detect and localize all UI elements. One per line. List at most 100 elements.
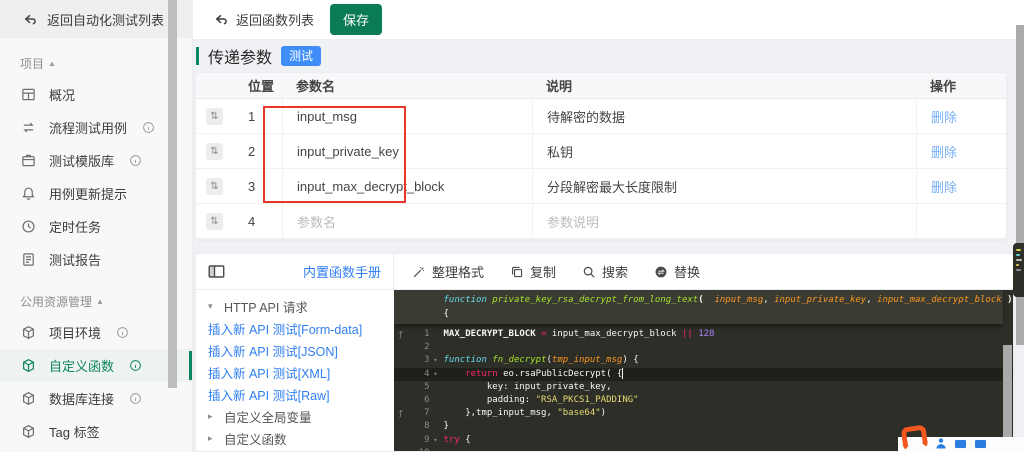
sidebar-item-Tag 标签[interactable]: Tag 标签 <box>0 415 192 448</box>
function-group-label: HTTP API 请求 <box>224 300 308 315</box>
code-token: },tmp_input_msg, <box>443 408 558 419</box>
sidebar-scrollbar[interactable] <box>168 0 177 388</box>
code-text: } <box>442 420 449 433</box>
drag-handle-icon[interactable]: ⇅ <box>206 212 223 230</box>
watermark-icons <box>936 438 986 449</box>
insert-api-link[interactable]: 插入新 API 测试[JSON] <box>196 339 394 361</box>
insert-api-link[interactable]: 插入新 API 测试[Raw] <box>196 383 394 405</box>
function-group-label: 自定义函数 <box>224 432 287 447</box>
function-group-HTTP API 请求[interactable]: ▾ HTTP API 请求 <box>196 295 394 317</box>
back-to-automation-label: 返回自动化测试列表 <box>47 12 165 28</box>
fold-caret-icon <box>430 447 442 451</box>
sidebar-item-测试模版库[interactable]: 测试模版库 <box>0 144 192 177</box>
sidebar-item-流程测试用例[interactable]: 流程测试用例 <box>0 111 192 144</box>
code-line: 5 key: input_private_key, <box>394 381 1013 394</box>
info-icon <box>142 121 155 134</box>
param-desc-input[interactable]: 参数说明 <box>532 204 916 238</box>
function-group-自定义函数[interactable]: ▸ 自定义函数 <box>196 427 394 449</box>
sidebar-item-概况[interactable]: 概况 <box>0 78 192 111</box>
toolbar-button-label: 整理格式 <box>432 265 485 280</box>
editor-toolbar-left: 内置函数手册 <box>196 254 394 289</box>
code-token: "base64" <box>557 408 601 419</box>
sidebar-item-用例更新提示[interactable]: 用例更新提示 <box>0 177 192 210</box>
save-button[interactable]: 保存 <box>330 4 383 35</box>
params-table-card: 位置 参数名 说明 操作 ⇅ 1 input_msg 待解密的数据 删除 ⇅ 2 input_pri… <box>195 72 1007 240</box>
param-name-input[interactable]: input_max_decrypt_block <box>282 169 532 203</box>
sticky-header-line: function private_key_rsa_decrypt_from_lo… <box>444 293 1013 307</box>
back-arrow-icon <box>213 12 228 27</box>
back-to-automation-list[interactable]: 返回自动化测试列表 <box>0 0 192 38</box>
builtin-function-manual-link[interactable]: 内置函数手册 <box>303 262 381 281</box>
sidebar-section-label: 公用资源管理 ▲ <box>20 293 192 310</box>
fold-caret-icon <box>430 394 442 407</box>
param-desc-input[interactable]: 私钥 <box>532 134 916 168</box>
info-icon <box>129 392 142 405</box>
fold-caret-icon[interactable]: ▾ <box>430 368 442 381</box>
code-token: , <box>763 295 775 305</box>
code-token: = <box>541 329 552 339</box>
back-to-function-label: 返回函数列表 <box>236 13 315 28</box>
wand-icon <box>412 265 426 279</box>
param-name-input[interactable]: input_msg <box>282 99 532 133</box>
table-row: ⇅ 1 input_msg 待解密的数据 删除 <box>196 99 1006 134</box>
sidebar-item-自定义函数[interactable]: 自定义函数 <box>0 349 192 382</box>
panel-toggle-icon[interactable] <box>208 264 225 279</box>
page-scrollbar[interactable] <box>1016 25 1024 345</box>
collapse-caret-icon[interactable]: ▲ <box>96 297 104 306</box>
toolbar-button-复制[interactable]: 复制 <box>510 262 556 281</box>
gutter-marker-icon <box>394 381 408 394</box>
param-name-input[interactable]: input_private_key <box>282 134 532 168</box>
param-name-input[interactable]: 参数名 <box>282 204 532 238</box>
cube-icon <box>21 358 36 373</box>
cube-icon <box>21 325 36 340</box>
param-desc-input[interactable]: 分段解密最大长度限制 <box>532 169 916 203</box>
test-badge[interactable]: 测试 <box>281 46 322 66</box>
code-token: try <box>443 434 460 445</box>
drag-handle-icon[interactable]: ⇅ <box>206 177 223 195</box>
watermark-grid-icon <box>975 439 986 448</box>
function-list-panel: ▾ HTTP API 请求 插入新 API 测试[Form-data] 插入新 API… <box>196 290 394 451</box>
drag-handle-icon[interactable]: ⇅ <box>206 107 223 125</box>
header-drag-col <box>196 73 234 98</box>
line-number: 6 <box>424 394 430 405</box>
sidebar-item-数据库连接[interactable]: 数据库连接 <box>0 382 192 415</box>
line-number: 2 <box>424 342 430 353</box>
delete-link[interactable]: 删除 <box>931 107 957 126</box>
editor-scrollbar[interactable] <box>1003 345 1012 451</box>
toolbar-button-label: 替换 <box>674 265 701 280</box>
fold-caret-icon <box>430 328 442 341</box>
collapse-caret-icon[interactable]: ▲ <box>48 59 56 68</box>
drag-handle-icon[interactable]: ⇅ <box>206 142 223 160</box>
code-text: padding: "RSA_PKCS1_PADDING" <box>442 394 639 407</box>
column-header-位置: 位置 <box>248 79 275 94</box>
cube-icon <box>21 424 36 439</box>
toolbar-button-搜索[interactable]: 搜索 <box>582 262 628 281</box>
sidebar-item-测试报告[interactable]: 测试报告 <box>0 243 192 276</box>
back-to-function-list[interactable]: 返回函数列表 <box>213 10 314 29</box>
code-token: , <box>866 295 878 305</box>
position-cell: 3 <box>248 178 256 194</box>
fold-caret-icon <box>430 341 442 354</box>
sidebar-item-label: Tag 标签 <box>49 425 100 440</box>
sidebar-item-定时任务[interactable]: 定时任务 <box>0 210 192 243</box>
function-group-自定义全局变量[interactable]: ▸ 自定义全局变量 <box>196 405 394 427</box>
section-label-text: 公用资源管理 <box>20 295 93 309</box>
table-row: ⇅ 3 input_max_decrypt_block 分段解密最大长度限制 删除 <box>196 169 1006 204</box>
fold-caret-icon[interactable]: ▾ <box>430 434 442 447</box>
flow-icon <box>21 120 36 135</box>
toolbar-button-替换[interactable]: 替换 <box>654 262 700 281</box>
delete-link[interactable]: 删除 <box>931 177 957 196</box>
code-text: try { <box>442 434 471 447</box>
delete-link[interactable]: 删除 <box>931 142 957 161</box>
sidebar-item-项目环境[interactable]: 项目环境 <box>0 316 192 349</box>
insert-api-link[interactable]: 插入新 API 测试[Form-data] <box>196 317 394 339</box>
toolbar-button-整理格式[interactable]: 整理格式 <box>412 262 484 281</box>
gutter-marker-icon <box>394 434 408 447</box>
gutter-marker-icon <box>394 447 408 451</box>
replace-icon <box>654 265 668 279</box>
sidebar-item-label: 流程测试用例 <box>49 121 128 136</box>
param-desc-input[interactable]: 待解密的数据 <box>532 99 916 133</box>
fold-caret-icon[interactable]: ▾ <box>430 354 442 367</box>
insert-api-link[interactable]: 插入新 API 测试[XML] <box>196 361 394 383</box>
